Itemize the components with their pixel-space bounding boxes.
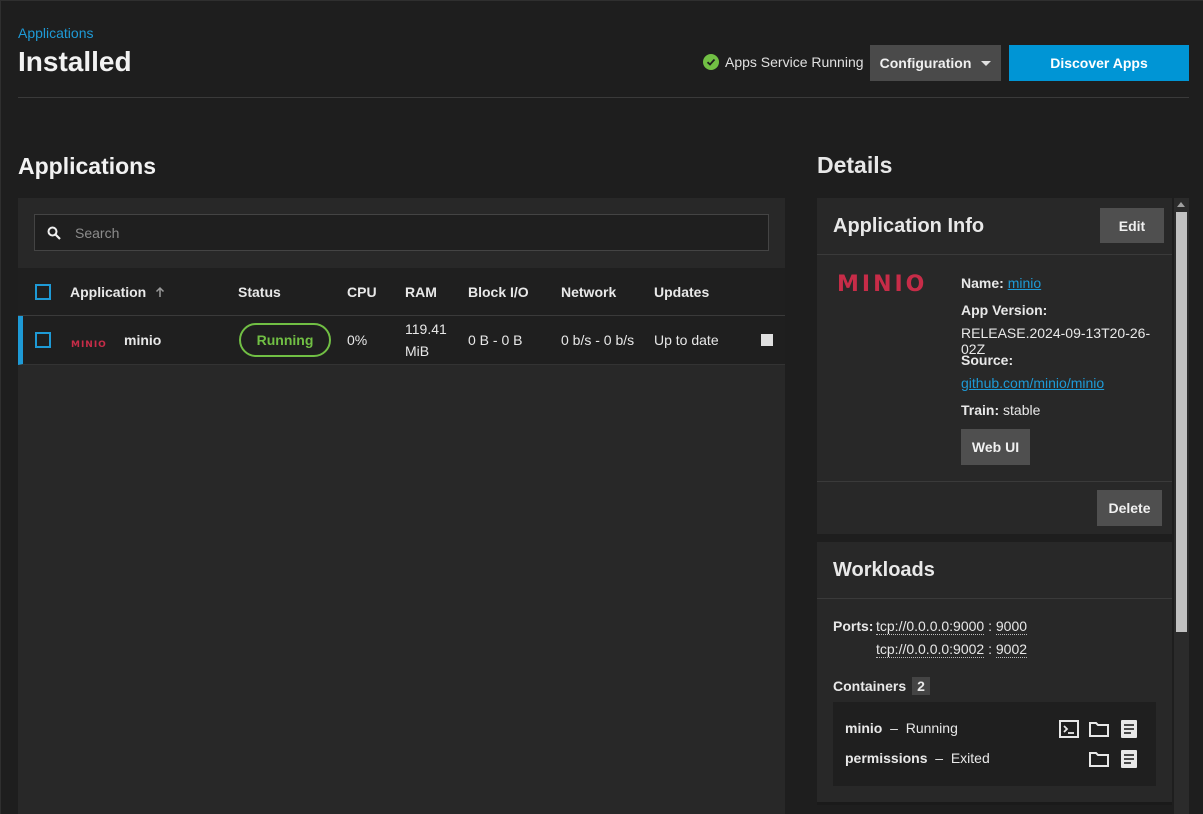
ram-value: 119.41	[405, 321, 447, 337]
card-divider	[817, 598, 1172, 599]
configuration-label: Configuration	[879, 55, 972, 71]
column-block-io[interactable]: Block I/O	[468, 284, 529, 300]
delete-button[interactable]: Delete	[1097, 490, 1162, 526]
details-scrollbar[interactable]	[1174, 198, 1189, 814]
network-value: 0 b/s - 0 b/s	[561, 332, 635, 348]
check-circle-icon	[703, 54, 719, 70]
train-value: stable	[1003, 402, 1041, 418]
name-label: Name:	[961, 275, 1004, 291]
header-divider	[18, 97, 1189, 98]
svg-text:MINIO: MINIO	[71, 340, 107, 348]
web-ui-button[interactable]: Web UI	[961, 429, 1030, 465]
minio-logo-icon: MINIO	[71, 335, 113, 351]
configuration-button[interactable]: Configuration	[870, 45, 1001, 81]
column-application-label: Application	[70, 284, 147, 300]
chevron-down-icon	[981, 60, 992, 66]
table-header: Application Status CPU RAM Block I/O Net…	[18, 268, 785, 316]
source-label: Source:	[961, 352, 1014, 368]
terminal-icon[interactable]	[1058, 718, 1080, 740]
minio-logo: MINIO	[837, 272, 949, 297]
svg-text:MINIO: MINIO	[837, 273, 927, 293]
page-title: Installed	[18, 46, 132, 77]
application-info-title: Application Info	[833, 215, 985, 237]
select-all-checkbox[interactable]	[35, 284, 51, 300]
workloads-title: Workloads	[833, 559, 935, 581]
card-divider	[817, 481, 1172, 482]
folder-icon[interactable]	[1088, 748, 1110, 770]
column-cpu[interactable]: CPU	[347, 284, 377, 300]
status-badge: Running	[239, 323, 331, 357]
column-application[interactable]: Application	[70, 284, 165, 301]
app-name: minio	[124, 332, 162, 348]
search-box	[34, 214, 769, 251]
service-status: Apps Service Running	[703, 54, 864, 70]
scrollbar-thumb[interactable]	[1176, 212, 1187, 632]
card-separator	[817, 802, 1172, 805]
block-io-value: 0 B - 0 B	[468, 332, 523, 348]
train-label: Train:	[961, 402, 1000, 418]
logs-icon[interactable]	[1118, 748, 1140, 770]
container-actions	[1088, 748, 1140, 770]
applications-title: Applications	[18, 153, 157, 179]
column-status[interactable]: Status	[238, 284, 281, 300]
search-icon	[47, 226, 61, 240]
arrow-up-icon	[155, 285, 165, 301]
service-status-label: Apps Service Running	[725, 54, 864, 70]
info-train: Train: stable	[961, 402, 1040, 418]
ram-unit: MiB	[405, 343, 430, 359]
folder-icon[interactable]	[1088, 718, 1110, 740]
scroll-up-icon[interactable]	[1177, 202, 1185, 207]
edit-button[interactable]: Edit	[1100, 208, 1164, 243]
info-version-label: App Version:	[961, 302, 1047, 318]
table-row[interactable]: MINIO minio Running 0% 119.41 MiB 0 B - …	[18, 316, 785, 365]
logs-icon[interactable]	[1118, 718, 1140, 740]
name-link[interactable]: minio	[1008, 275, 1041, 291]
cpu-value: 0%	[347, 332, 368, 348]
column-updates[interactable]: Updates	[654, 284, 709, 300]
updates-value: Up to date	[654, 332, 719, 348]
search-input[interactable]	[75, 224, 768, 241]
discover-apps-button[interactable]: Discover Apps	[1009, 45, 1189, 81]
stop-icon[interactable]	[761, 334, 773, 346]
column-ram[interactable]: RAM	[405, 284, 437, 300]
breadcrumb-applications[interactable]: Applications	[18, 25, 94, 41]
details-title: Details	[817, 152, 893, 178]
row-checkbox[interactable]	[35, 332, 51, 348]
source-link[interactable]: github.com/minio/minio	[961, 375, 1104, 391]
container-actions	[1058, 718, 1140, 740]
info-name: Name: minio	[961, 275, 1041, 291]
applications-panel: Application Status CPU RAM Block I/O Net…	[18, 198, 785, 814]
application-info-card: Application Info Edit MINIO Name: minio …	[817, 198, 1172, 534]
column-network[interactable]: Network	[561, 284, 616, 300]
card-divider	[817, 254, 1172, 255]
info-source-label: Source:	[961, 352, 1013, 368]
version-label: App Version:	[961, 302, 1048, 318]
info-source-value: github.com/minio/minio	[961, 375, 1104, 391]
